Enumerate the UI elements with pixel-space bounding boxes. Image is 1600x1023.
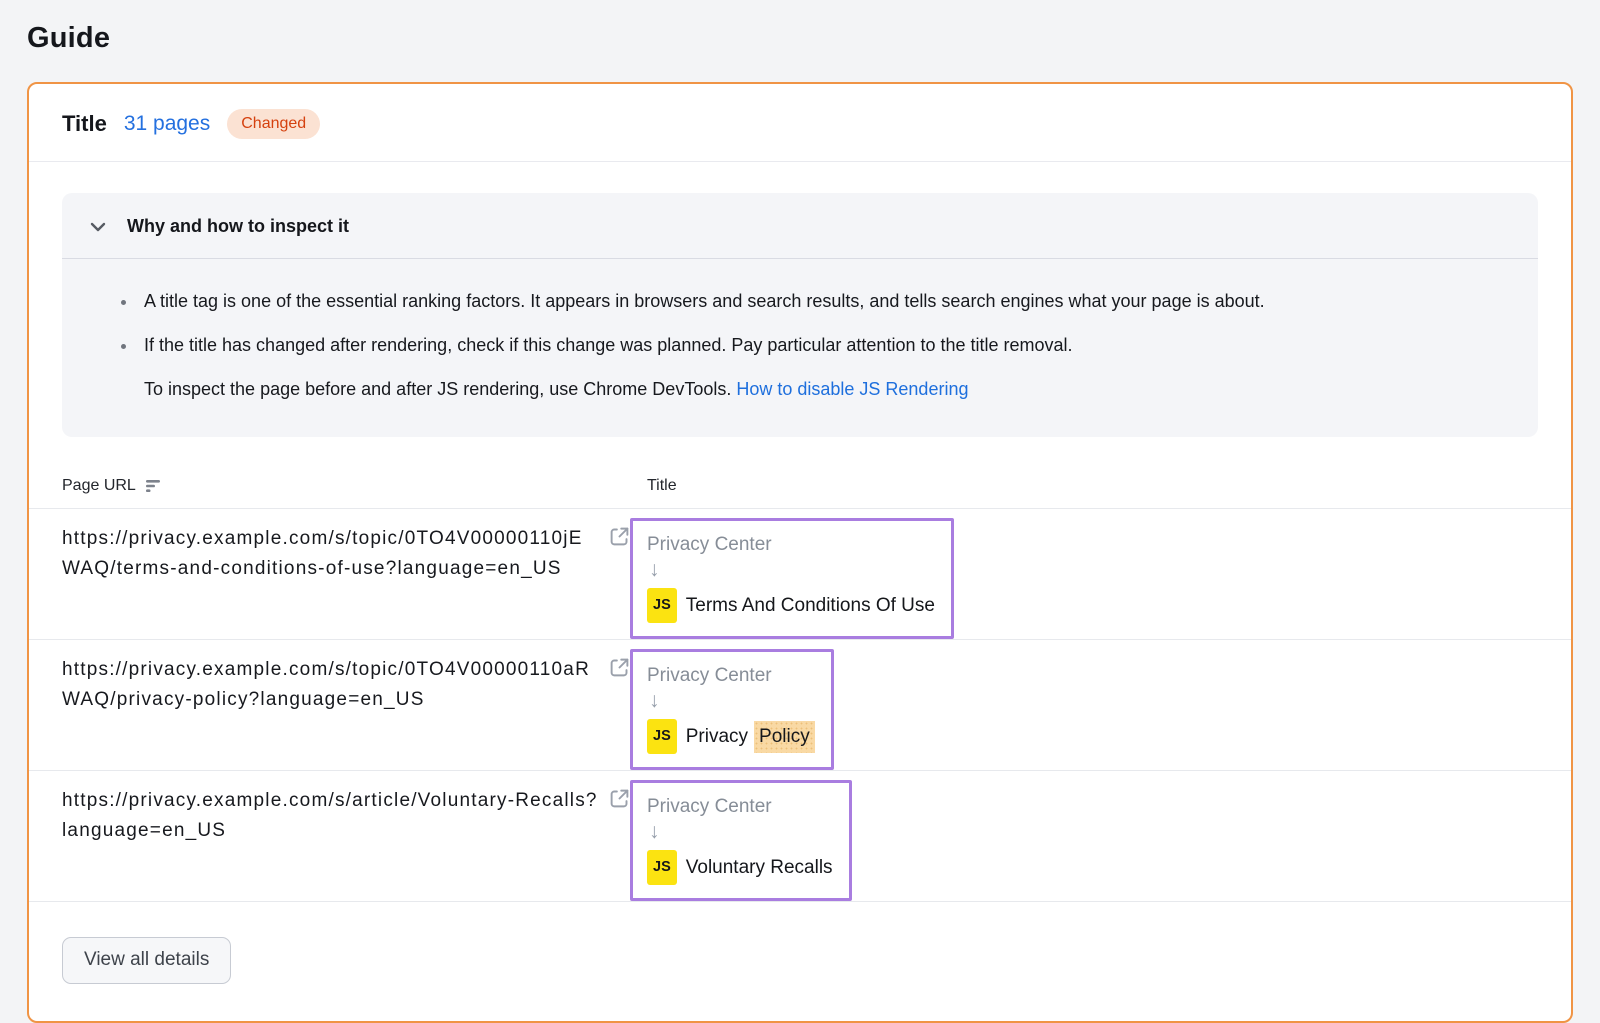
new-title-text: Privacy	[686, 723, 748, 750]
table-row: https://privacy.example.com/s/topic/0TO4…	[29, 639, 1571, 770]
new-title-text: Terms And Conditions Of Use	[686, 592, 935, 619]
external-link-icon[interactable]	[598, 509, 630, 547]
title-cell: Privacy Center ↓ JS Terms And Conditions…	[630, 509, 1538, 639]
table-header-row: Page URL Title	[29, 437, 1571, 508]
page-title: Guide	[27, 22, 1573, 55]
js-badge: JS	[647, 850, 677, 885]
external-link-icon[interactable]	[598, 640, 630, 678]
old-title-text: Privacy Center	[647, 793, 833, 820]
table-row: https://privacy.example.com/s/article/Vo…	[29, 770, 1571, 901]
inspect-note-text: To inspect the page before and after JS …	[144, 379, 736, 399]
table-row: https://privacy.example.com/s/topic/0TO4…	[29, 508, 1571, 639]
changed-to-arrow-icon: ↓	[649, 690, 815, 714]
header-divider	[29, 161, 1571, 162]
column-header-page-url[interactable]: Page URL	[62, 477, 630, 495]
changed-status-badge: Changed	[227, 109, 320, 139]
page-url-text: https://privacy.example.com/s/topic/0TO4…	[62, 640, 598, 715]
why-how-panel: Why and how to inspect it A title tag is…	[62, 193, 1538, 437]
title-issue-card: Title 31 pages Changed Why and how to in…	[27, 82, 1573, 1023]
column-header-title: Title	[630, 477, 677, 495]
inspect-bullet: A title tag is one of the essential rank…	[138, 286, 1478, 317]
page-url-text: https://privacy.example.com/s/article/Vo…	[62, 771, 598, 846]
issue-title: Title	[62, 111, 107, 137]
disable-js-rendering-link[interactable]: How to disable JS Rendering	[736, 379, 968, 399]
chevron-down-icon	[90, 222, 106, 232]
js-badge: JS	[647, 719, 677, 754]
title-change-highlight-box: Privacy Center ↓ JS Terms And Conditions…	[630, 518, 954, 639]
changed-to-arrow-icon: ↓	[649, 559, 935, 583]
title-cell: Privacy Center ↓ JS Privacy Policy	[630, 640, 1538, 770]
title-change-highlight-box: Privacy Center ↓ JS Voluntary Recalls	[630, 780, 852, 901]
page-url-header-label: Page URL	[62, 477, 136, 495]
highlighted-word: Policy	[754, 721, 815, 753]
pages-count-link[interactable]: 31 pages	[124, 112, 210, 136]
card-footer: View all details	[29, 901, 1571, 1021]
new-title-text: Voluntary Recalls	[686, 854, 833, 881]
new-title-row: JS Voluntary Recalls	[647, 850, 833, 885]
page-url-text: https://privacy.example.com/s/topic/0TO4…	[62, 509, 598, 584]
inspect-note: To inspect the page before and after JS …	[144, 374, 1478, 405]
why-how-body: A title tag is one of the essential rank…	[62, 259, 1538, 437]
changed-to-arrow-icon: ↓	[649, 821, 833, 845]
old-title-text: Privacy Center	[647, 531, 935, 558]
view-all-details-button[interactable]: View all details	[62, 937, 231, 984]
new-title-row: JS Privacy Policy	[647, 719, 815, 754]
js-badge: JS	[647, 588, 677, 623]
title-cell: Privacy Center ↓ JS Voluntary Recalls	[630, 771, 1538, 901]
card-header: Title 31 pages Changed	[29, 84, 1571, 161]
old-title-text: Privacy Center	[647, 662, 815, 689]
inspect-bullet-list: A title tag is one of the essential rank…	[108, 286, 1478, 361]
new-title-row: JS Terms And Conditions Of Use	[647, 588, 935, 623]
title-change-highlight-box: Privacy Center ↓ JS Privacy Policy	[630, 649, 834, 770]
external-link-icon[interactable]	[598, 771, 630, 809]
inspect-bullet: If the title has changed after rendering…	[138, 330, 1478, 361]
sort-descending-icon	[146, 480, 161, 492]
why-how-panel-toggle[interactable]: Why and how to inspect it	[62, 193, 1538, 258]
why-how-title: Why and how to inspect it	[127, 216, 349, 237]
